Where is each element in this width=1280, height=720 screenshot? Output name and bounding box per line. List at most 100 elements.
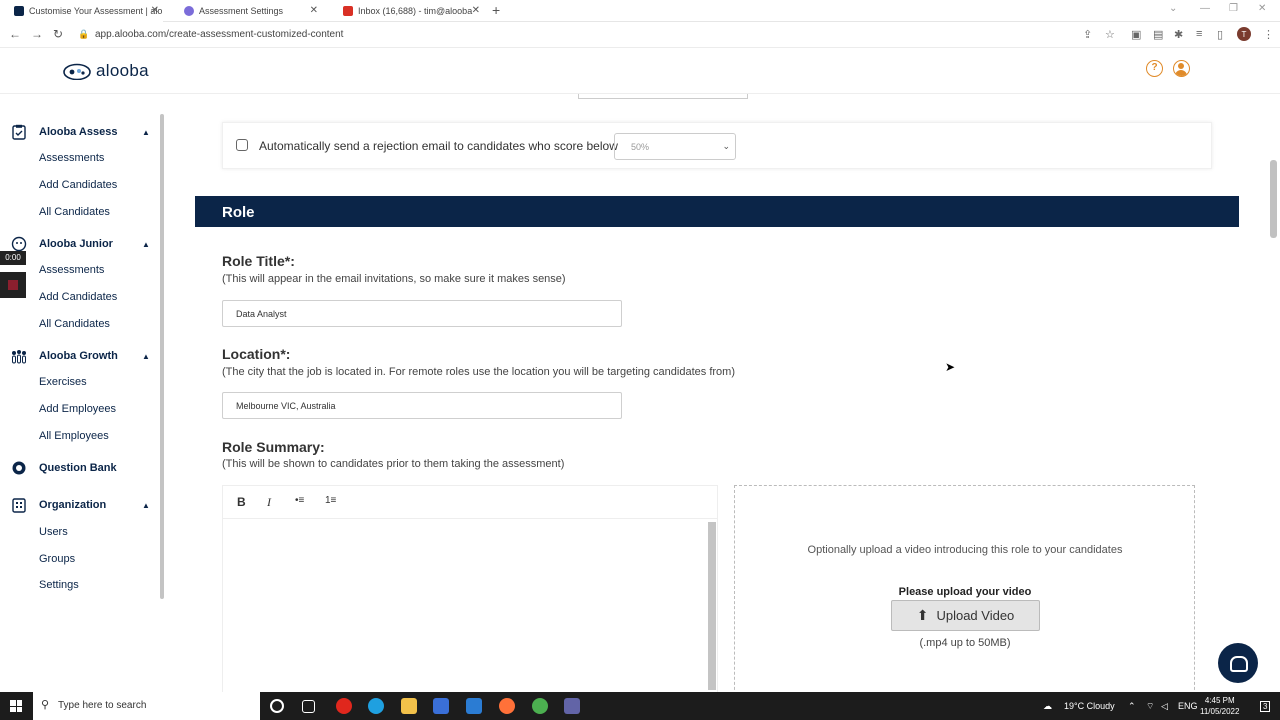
sidebar-item-junior-all-candidates[interactable]: All Candidates	[39, 318, 110, 330]
italic-button[interactable]: I	[267, 495, 271, 510]
minimize-icon[interactable]: —	[1200, 3, 1210, 14]
logo-text[interactable]: alooba	[96, 61, 149, 81]
sidebar-group-alooba-growth[interactable]: Alooba Growth	[11, 348, 118, 364]
tab-customise-assessment[interactable]: Customise Your Assessment | alo ✕	[0, 0, 163, 22]
store-icon[interactable]	[433, 698, 449, 714]
maximize-icon[interactable]: ❐	[1229, 3, 1238, 14]
tab-gmail-inbox[interactable]: Inbox (16,688) - tim@alooba.com ✕	[329, 0, 484, 22]
weather-cloud-icon[interactable]: ☁	[1043, 701, 1052, 712]
collapse-caret-icon[interactable]: ▲	[142, 240, 150, 249]
partial-select-field[interactable]	[578, 94, 748, 99]
address-bar: ← → ↻ 🔒 app.alooba.com/create-assessment…	[0, 22, 1280, 48]
collapse-chevron-icon[interactable]: ⌄	[1169, 3, 1177, 14]
side-panel-icon[interactable]: ▯	[1217, 28, 1223, 41]
rejection-email-card: Automatically send a rejection email to …	[222, 122, 1212, 169]
weather-text[interactable]: 19°C Cloudy	[1064, 701, 1115, 711]
mouse-cursor-icon: ➤	[945, 360, 956, 374]
bullet-list-button[interactable]: •≡	[295, 495, 304, 506]
role-summary-label: Role Summary:	[222, 439, 325, 455]
teams-icon[interactable]	[564, 698, 580, 714]
role-title-help: (This will appear in the email invitatio…	[222, 273, 566, 285]
sidebar-item-junior-assessments[interactable]: Assessments	[39, 264, 104, 276]
video-upload-area[interactable]: Optionally upload a video introducing th…	[734, 485, 1195, 692]
sidebar-group-organization[interactable]: Organization	[11, 497, 106, 513]
windows-start-icon[interactable]	[10, 700, 22, 712]
language-indicator[interactable]: ENG	[1178, 701, 1198, 711]
bookmark-star-icon[interactable]: ☆	[1105, 28, 1115, 41]
sidebar-item-assess-assessments[interactable]: Assessments	[39, 152, 104, 164]
close-window-icon[interactable]: ✕	[1258, 3, 1266, 14]
taskbar-search-placeholder: Type here to search	[58, 700, 147, 711]
sidebar-group-alooba-assess[interactable]: Alooba Assess	[11, 124, 117, 140]
bold-button[interactable]: B	[237, 495, 246, 509]
sidebar-group-label: Alooba Assess	[39, 126, 118, 138]
forward-arrow-icon[interactable]: →	[31, 27, 43, 41]
reading-list-icon[interactable]: ≡	[1196, 28, 1202, 40]
page-scrollbar[interactable]	[1270, 160, 1277, 238]
file-explorer-icon[interactable]	[401, 698, 417, 714]
notification-center-icon[interactable]: 3	[1260, 701, 1271, 712]
chat-support-button[interactable]	[1218, 643, 1258, 683]
volume-icon[interactable]: ◁	[1161, 701, 1168, 712]
task-view-icon[interactable]	[302, 700, 315, 713]
extension-icon[interactable]: ▣	[1131, 28, 1141, 41]
close-tab-icon[interactable]: ✕	[310, 5, 318, 16]
close-tab-icon[interactable]: ✕	[472, 5, 480, 16]
firefox-icon[interactable]	[499, 698, 515, 714]
sidebar-item-org-users[interactable]: Users	[39, 526, 68, 538]
sidebar-item-org-groups[interactable]: Groups	[39, 553, 75, 565]
collapse-caret-icon[interactable]: ▲	[142, 352, 150, 361]
role-title-label: Role Title*:	[222, 253, 295, 269]
edge-icon[interactable]	[368, 698, 384, 714]
sidebar-group-alooba-junior[interactable]: Alooba Junior	[11, 236, 113, 252]
cortana-icon[interactable]	[270, 699, 284, 713]
recording-stop-button[interactable]	[0, 272, 26, 298]
alooba-logo-icon[interactable]	[63, 60, 91, 80]
extensions-puzzle-icon[interactable]: ✱	[1174, 28, 1183, 41]
taskbar-clock[interactable]: 4:45 PM 11/05/2022	[1200, 695, 1239, 717]
rejection-email-checkbox[interactable]	[236, 139, 248, 151]
tray-chevron-icon[interactable]: ⌃	[1128, 701, 1136, 712]
taskbar-search[interactable]: ⚲ Type here to search	[33, 692, 260, 720]
mail-icon[interactable]	[466, 698, 482, 714]
sidebar-item-growth-exercises[interactable]: Exercises	[39, 376, 87, 388]
numbered-list-button[interactable]: 1≡	[325, 495, 336, 506]
lock-icon[interactable]: 🔒	[78, 29, 89, 40]
role-summary-editor[interactable]: B I •≡ 1≡	[222, 485, 718, 692]
sidebar-item-growth-all-employees[interactable]: All Employees	[39, 430, 109, 442]
extension-icon[interactable]: ▤	[1153, 28, 1163, 41]
location-input[interactable]: Melbourne VIC, Australia	[222, 392, 622, 419]
back-arrow-icon[interactable]: ←	[9, 27, 21, 41]
user-account-icon[interactable]	[1173, 60, 1190, 77]
url-field[interactable]: app.alooba.com/create-assessment-customi…	[95, 29, 343, 40]
sidebar-item-assess-add-candidates[interactable]: Add Candidates	[39, 179, 117, 191]
close-tab-icon[interactable]: ✕	[151, 5, 159, 16]
sidebar-item-growth-add-employees[interactable]: Add Employees	[39, 403, 116, 415]
new-tab-icon[interactable]: +	[492, 2, 500, 18]
sidebar-item-junior-add-candidates[interactable]: Add Candidates	[39, 291, 117, 303]
help-icon[interactable]: ?	[1146, 60, 1163, 77]
role-title-input[interactable]: Data Analyst	[222, 300, 622, 327]
collapse-caret-icon[interactable]: ▲	[142, 128, 150, 137]
junior-avatar-icon	[11, 236, 27, 252]
browser-menu-icon[interactable]: ⋮	[1263, 28, 1274, 41]
rejection-threshold-select[interactable]: 50% ⌄	[614, 133, 736, 160]
upload-icon: ⬆	[916, 607, 929, 623]
main-content: Automatically send a rejection email to …	[168, 94, 1268, 692]
sidebar-scrollbar[interactable]	[160, 114, 164, 599]
editor-scrollbar[interactable]	[708, 522, 716, 690]
chrome-icon[interactable]	[532, 698, 548, 714]
upload-video-button[interactable]: ⬆ Upload Video	[891, 600, 1040, 631]
sidebar-group-question-bank[interactable]: Question Bank	[11, 460, 117, 476]
opera-icon[interactable]	[336, 698, 352, 714]
profile-avatar[interactable]: T	[1237, 27, 1251, 41]
video-upload-intro: Optionally upload a video introducing th…	[807, 544, 1123, 556]
wifi-icon[interactable]: ⌔	[1146, 701, 1154, 712]
reload-icon[interactable]: ↻	[53, 27, 63, 41]
collapse-caret-icon[interactable]: ▲	[142, 501, 150, 510]
sidebar-item-org-settings[interactable]: Settings	[39, 579, 79, 591]
share-icon[interactable]: ⇪	[1083, 28, 1092, 41]
sidebar-item-assess-all-candidates[interactable]: All Candidates	[39, 206, 110, 218]
tab-assessment-settings[interactable]: Assessment Settings ✕	[170, 0, 322, 22]
app-header: alooba ?	[0, 48, 1280, 94]
